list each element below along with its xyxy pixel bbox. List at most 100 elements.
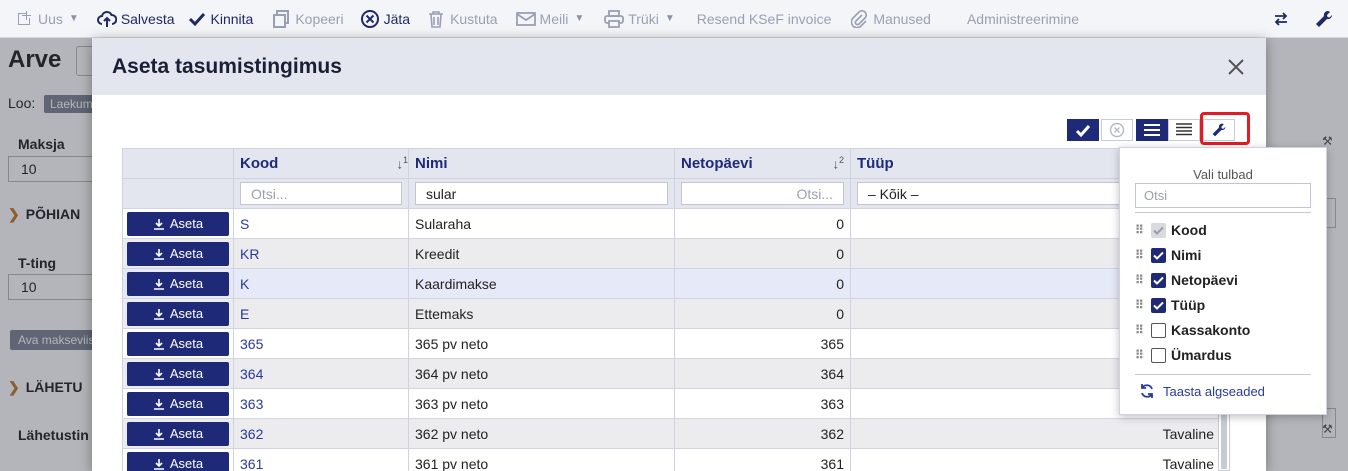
copy-button[interactable]: Kopeeri xyxy=(265,0,349,38)
paperclip-icon xyxy=(849,9,869,29)
row-action-cell: Aseta xyxy=(123,239,234,268)
table-row[interactable]: Aseta KR Kreedit 0 xyxy=(123,239,1220,269)
column-option-2[interactable]: ⠿ Netopäevi xyxy=(1135,270,1238,290)
print-button[interactable]: Trüki ▼ xyxy=(598,0,681,38)
cell-kood[interactable]: E xyxy=(234,299,409,328)
cell-netopaevi: 362 xyxy=(675,419,851,448)
resend-ksef-button[interactable]: Resend KSeF invoice xyxy=(691,0,838,38)
row-action-cell: Aseta xyxy=(123,389,234,418)
table-row[interactable]: Aseta 364 364 pv neto 364 xyxy=(123,359,1220,389)
cell-kood[interactable]: 363 xyxy=(234,389,409,418)
insert-button[interactable]: Aseta xyxy=(127,421,229,446)
checkbox[interactable] xyxy=(1151,222,1166,238)
cell-nimi: 363 pv neto xyxy=(409,389,675,418)
filter-netopaevi-input[interactable]: Otsi... xyxy=(681,182,844,205)
download-icon xyxy=(153,248,164,260)
cell-kood[interactable]: 361 xyxy=(234,449,409,471)
header-action-cell xyxy=(123,149,234,178)
density-normal-button[interactable] xyxy=(1136,119,1168,141)
cell-tuup: Tavaline xyxy=(1162,425,1214,442)
checkbox[interactable] xyxy=(1151,347,1166,363)
chevron-down-icon[interactable]: ▼ xyxy=(69,13,79,24)
cell-nimi: Kreedit xyxy=(409,239,675,268)
table-body: Aseta S Sularaha 0 Aseta KR Kreedit 0 Aseta K Kaar… xyxy=(123,209,1220,471)
cell-netopaevi: 361 xyxy=(675,449,851,471)
reset-columns-button[interactable]: Taasta algseaded xyxy=(1139,383,1265,399)
column-option-0[interactable]: ⠿ Kood xyxy=(1135,220,1207,240)
row-action-cell: Aseta xyxy=(123,329,234,358)
download-icon xyxy=(153,278,164,290)
table-row[interactable]: AsetaKKaardimakse0K xyxy=(123,269,1220,299)
drag-handle-icon[interactable]: ⠿ xyxy=(1135,324,1145,336)
cell-kood[interactable]: 364 xyxy=(234,359,409,388)
insert-button[interactable]: Aseta xyxy=(127,301,229,326)
insert-button[interactable]: Aseta xyxy=(127,451,229,471)
checkbox[interactable] xyxy=(1151,322,1166,338)
cell-kood[interactable]: 362 xyxy=(234,419,409,448)
confirm-button[interactable]: Kinnita xyxy=(181,0,260,38)
admin-button[interactable]: Administreerimine xyxy=(961,0,1085,38)
insert-button[interactable]: Aseta xyxy=(127,211,229,236)
save-cloud-icon xyxy=(96,9,117,29)
column-option-4[interactable]: ⠿ Kassakonto xyxy=(1135,320,1250,340)
density-compact-button[interactable] xyxy=(1168,119,1200,141)
drag-handle-icon[interactable]: ⠿ xyxy=(1135,299,1145,311)
cell-kood[interactable]: 365 xyxy=(234,329,409,358)
table-header-row: Kood ↓1 Nimi Netopäevi ↓2 Tüüp xyxy=(123,148,1220,179)
column-option-5[interactable]: ⠿ Ümardus xyxy=(1135,345,1232,365)
filter-action-cell xyxy=(123,179,234,208)
download-icon xyxy=(153,218,164,230)
table-row[interactable]: Aseta 363 363 pv neto 363 xyxy=(123,389,1220,419)
chevron-down-icon[interactable]: ▼ xyxy=(574,13,584,24)
column-picker-title: Vali tulbad xyxy=(1193,167,1253,182)
table-row[interactable]: Aseta E Ettemaks 0 xyxy=(123,299,1220,329)
table-row[interactable]: Aseta 361 361 pv neto 361 Tavaline xyxy=(123,449,1220,471)
row-action-cell: Aseta xyxy=(123,269,234,298)
column-header-kood[interactable]: Kood ↓1 xyxy=(234,149,409,178)
checkbox[interactable] xyxy=(1151,247,1166,263)
table-row[interactable]: Aseta 362 362 pv neto 362 Tavaline xyxy=(123,419,1220,449)
table-row[interactable]: Aseta 365 365 pv neto 365 xyxy=(123,329,1220,359)
filter-nimi-input[interactable]: sular xyxy=(415,182,668,205)
table-row[interactable]: Aseta S Sularaha 0 xyxy=(123,209,1220,239)
insert-button[interactable]: Aseta xyxy=(127,361,229,386)
insert-button[interactable]: Aseta xyxy=(127,391,229,416)
column-option-3[interactable]: ⠿ Tüüp xyxy=(1135,295,1205,315)
filter-kood-input[interactable]: Otsi... xyxy=(240,182,402,205)
chevron-down-icon[interactable]: ▼ xyxy=(665,13,675,24)
cell-kood[interactable]: S xyxy=(234,209,409,238)
cell-kood[interactable]: KR xyxy=(234,239,409,268)
save-button[interactable]: Salvesta xyxy=(91,0,181,38)
swap-icon[interactable] xyxy=(1274,0,1288,38)
download-icon xyxy=(153,308,164,320)
column-search-input[interactable]: Otsi xyxy=(1135,183,1311,208)
download-icon xyxy=(153,428,164,440)
cell-netopaevi: 364 xyxy=(675,359,851,388)
drag-handle-icon[interactable]: ⠿ xyxy=(1135,249,1145,261)
column-option-1[interactable]: ⠿ Nimi xyxy=(1135,245,1201,265)
discard-button[interactable]: Jäta xyxy=(354,0,416,38)
highlight-frame xyxy=(1200,112,1250,145)
column-header-nimi[interactable]: Nimi xyxy=(409,149,675,178)
drag-handle-icon[interactable]: ⠿ xyxy=(1135,349,1145,361)
delete-button[interactable]: Kustuta xyxy=(420,0,503,38)
checkbox[interactable] xyxy=(1151,297,1166,313)
download-icon xyxy=(153,338,164,350)
drag-handle-icon[interactable]: ⠿ xyxy=(1135,274,1145,286)
new-button[interactable]: Uus ▼ xyxy=(8,0,85,38)
insert-button[interactable]: Aseta xyxy=(127,271,229,296)
checkbox[interactable] xyxy=(1151,272,1166,288)
column-header-netopaevi[interactable]: Netopäevi ↓2 xyxy=(675,149,851,178)
attachments-button[interactable]: Manused xyxy=(843,0,937,38)
close-icon[interactable] xyxy=(1224,55,1248,79)
select-all-button[interactable] xyxy=(1067,119,1099,141)
wrench-icon[interactable] xyxy=(1314,0,1334,38)
cell-kood[interactable]: K xyxy=(234,269,409,298)
mail-button[interactable]: Meili ▼ xyxy=(510,0,591,38)
drag-handle-icon[interactable]: ⠿ xyxy=(1135,224,1145,236)
row-action-cell: Aseta xyxy=(123,449,234,471)
insert-button[interactable]: Aseta xyxy=(127,241,229,266)
clear-selection-button[interactable] xyxy=(1101,119,1133,141)
insert-button[interactable]: Aseta xyxy=(127,331,229,356)
divider xyxy=(1135,212,1311,213)
